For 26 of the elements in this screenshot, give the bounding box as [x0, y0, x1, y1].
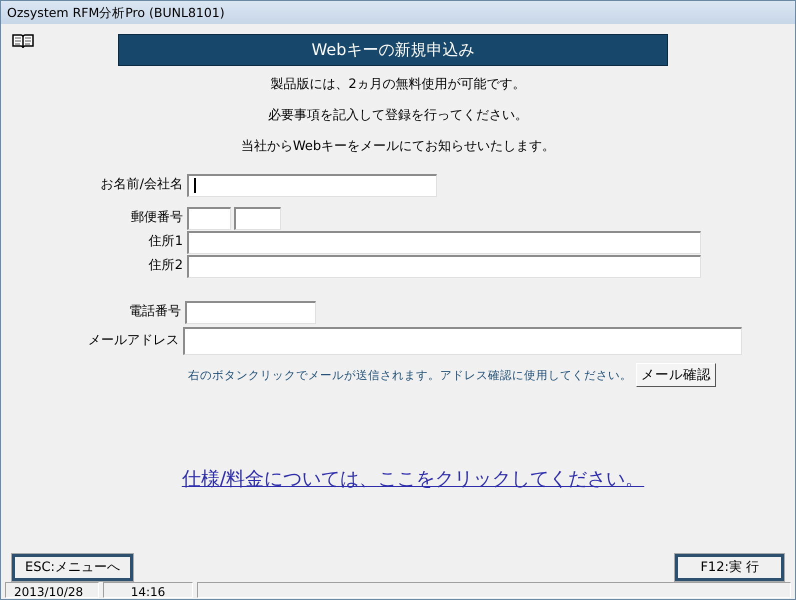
- input-field[interactable]: [234, 206, 281, 230]
- intro-text: 必要事項を記入して登録を行ってください。: [268, 106, 528, 125]
- window-title: Ozsystem RFM分析Pro (BUNL8101): [1, 1, 795, 24]
- menu-button[interactable]: ESC:メニューへ: [12, 554, 133, 581]
- input-field[interactable]: [187, 174, 437, 196]
- execute-button[interactable]: F12:実 行: [675, 554, 784, 581]
- field-label: 郵便番号: [131, 210, 183, 226]
- field-label: 住所1: [148, 234, 183, 250]
- intro-text: 製品版には、2ヵ月の無料使用が可能です。: [270, 76, 526, 94]
- mail-note: 右のボタンクリックでメールが送信されます。アドレス確認に使用してください。: [188, 366, 632, 384]
- field-label: お名前/会社名: [100, 177, 183, 192]
- pricing-link[interactable]: 仕様/料金については、ここをクリックしてください。: [182, 468, 644, 490]
- status-time: 14:16: [103, 582, 193, 598]
- intro-text: 当社からWebキーをメールにてお知らせいたします。: [240, 138, 556, 156]
- input-field[interactable]: [183, 327, 742, 355]
- mail-confirm-button[interactable]: メール確認: [636, 363, 716, 388]
- book-icon: [12, 32, 34, 49]
- status-date: 2013/10/28: [5, 582, 99, 598]
- page-heading: Webキーの新規申込み: [118, 34, 668, 66]
- input-field[interactable]: [185, 300, 316, 324]
- input-field[interactable]: [187, 254, 701, 278]
- field-label: 住所2: [148, 258, 183, 274]
- field-label: 電話番号: [129, 304, 181, 320]
- input-field[interactable]: [187, 230, 701, 254]
- input-field[interactable]: [187, 206, 231, 230]
- field-label: メールアドレス: [88, 333, 179, 348]
